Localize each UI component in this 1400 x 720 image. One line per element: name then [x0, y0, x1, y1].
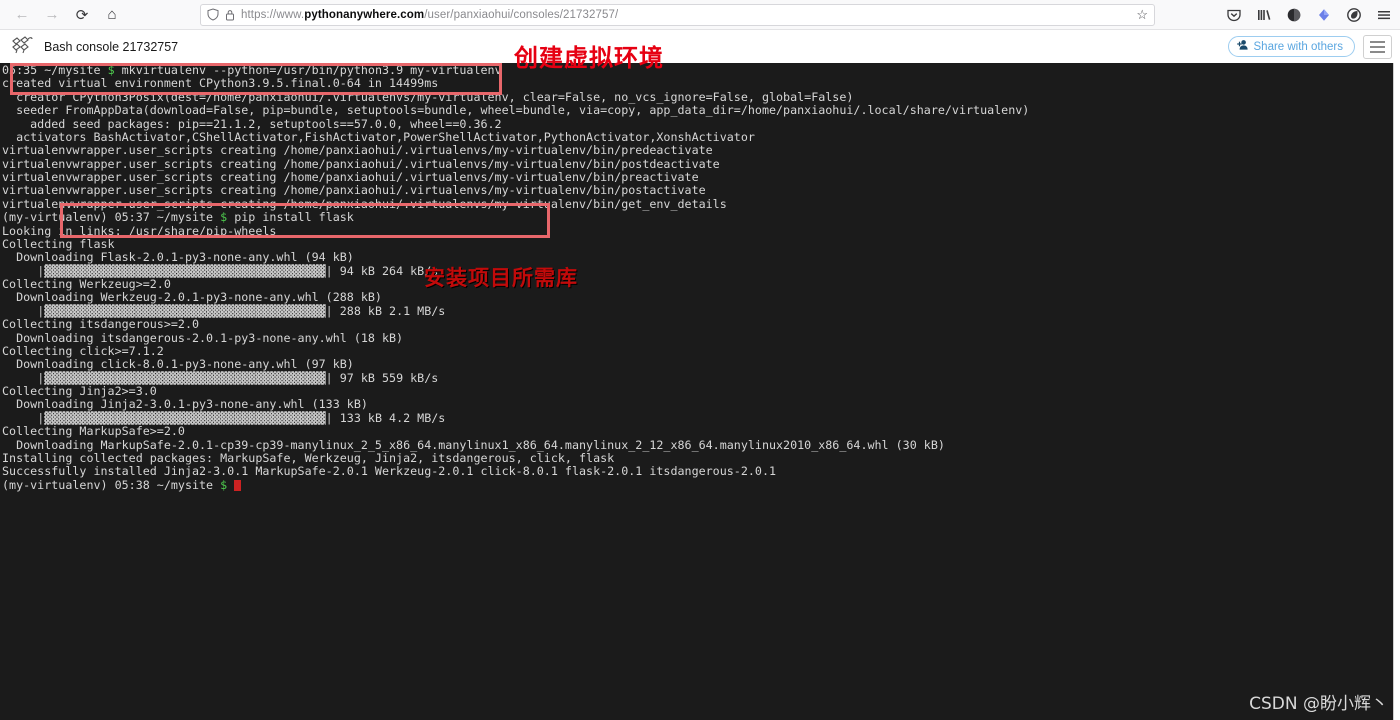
terminal-line: Collecting MarkupSafe>=2.0 [2, 424, 185, 439]
account-circle-icon[interactable] [1286, 7, 1302, 23]
csdn-watermark: CSDN @盼小辉丶 [1249, 694, 1388, 714]
pythonanywhere-logo [10, 35, 38, 59]
terminal-line: virtualenvwrapper.user_scripts creating … [2, 196, 727, 211]
forward-icon[interactable]: → [38, 2, 66, 28]
hamburger-menu-icon[interactable] [1363, 34, 1392, 59]
console-title: Bash console 21732757 [44, 39, 179, 54]
terminal-line: Collecting itsdangerous>=2.0 [2, 317, 200, 332]
terminal-line: Looking in links: /usr/share/pip-wheels [2, 223, 277, 238]
back-icon[interactable]: ← [8, 2, 36, 28]
navigation-buttons: ← → ⟳ ⌂ [8, 2, 126, 28]
terminal-line: Collecting flask [2, 236, 115, 251]
reload-icon[interactable]: ⟳ [68, 2, 96, 28]
menu-line [1370, 40, 1385, 43]
share-button-label: Share with others [1253, 40, 1344, 53]
console-header: Bash console 21732757 Share with others [0, 30, 1400, 63]
terminal-line: Downloading MarkupSafe-2.0.1-cp39-cp39-m… [2, 437, 945, 452]
terminal-line: Collecting Werkzeug>=2.0 [2, 277, 171, 291]
terminal-right-edge [1393, 63, 1400, 720]
terminal-line: Downloading Jinja2-3.0.1-py3-none-any.wh… [2, 397, 368, 412]
terminal-line: Downloading Werkzeug-2.0.1-py3-none-any.… [2, 290, 382, 305]
terminal-line: |▓▓▓▓▓▓▓▓▓▓▓▓▓▓▓▓▓▓▓▓▓▓▓▓▓▓▓▓▓▓▓▓▓▓▓▓▓▓▓… [37, 303, 446, 318]
terminal-line: Installing collected packages: MarkupSaf… [2, 450, 615, 465]
library-icon[interactable] [1256, 7, 1272, 23]
share-with-others-button[interactable]: Share with others [1227, 36, 1355, 57]
address-bar[interactable]: https://www.pythonanywhere.com/user/panx… [200, 3, 1155, 26]
terminal-line: Downloading Flask-2.0.1-py3-none-any.whl… [2, 250, 354, 265]
shield-icon [207, 8, 219, 21]
terminal-line: Collecting Jinja2>=3.0 [2, 384, 157, 398]
annotation-label-install-libs: 安装项目所需库 [424, 266, 578, 290]
terminal-line: virtualenvwrapper.user_scripts creating … [2, 183, 706, 198]
menu-line [1370, 45, 1385, 48]
padlock-icon [225, 9, 235, 21]
sync-diamond-icon[interactable] [1316, 7, 1332, 23]
terminal-line: Downloading itsdangerous-2.0.1-py3-none-… [2, 330, 404, 345]
terminal-line: virtualenvwrapper.user_scripts creating … [2, 170, 699, 184]
terminal-line: 05:35 ~/mysite $ mkvirtualenv --python=/… [2, 63, 502, 77]
bash-terminal-output[interactable]: 05:35 ~/mysite $ mkvirtualenv --python=/… [0, 63, 1393, 720]
terminal-line: Downloading click-8.0.1-py3-none-any.whl… [2, 357, 354, 372]
menu-line [1370, 50, 1385, 53]
browser-toolbar: ← → ⟳ ⌂ https://www.pythonanywhere.com/u… [0, 0, 1400, 30]
home-icon[interactable]: ⌂ [98, 2, 126, 28]
annotation-label-create-venv: 创建虚拟环境 [514, 44, 664, 72]
url-text: https://www.pythonanywhere.com/user/panx… [241, 8, 619, 21]
terminal-line: created virtual environment CPython3.9.5… [2, 76, 439, 91]
terminal-line: (my-virtualenv) 05:37 ~/mysite $ pip ins… [2, 210, 354, 225]
browser-toolbar-icons [1226, 7, 1392, 23]
terminal-line: virtualenvwrapper.user_scripts creating … [2, 156, 720, 171]
container-tabs-icon[interactable] [1346, 7, 1362, 23]
terminal-line: activators BashActivator,CShellActivator… [2, 129, 755, 144]
terminal-line: |▓▓▓▓▓▓▓▓▓▓▓▓▓▓▓▓▓▓▓▓▓▓▓▓▓▓▓▓▓▓▓▓▓▓▓▓▓▓▓… [37, 370, 439, 385]
terminal-line: added seed packages: pip==21.1.2, setupt… [2, 116, 502, 131]
terminal-line: Successfully installed Jinja2-3.0.1 Mark… [2, 464, 777, 479]
terminal-line: creator CPython3Posix(dest=/home/panxiao… [2, 89, 854, 104]
terminal-line: seeder FromAppData(download=False, pip=b… [2, 103, 1030, 118]
star-icon[interactable]: ☆ [1136, 7, 1148, 23]
terminal-line: |▓▓▓▓▓▓▓▓▓▓▓▓▓▓▓▓▓▓▓▓▓▓▓▓▓▓▓▓▓▓▓▓▓▓▓▓▓▓▓… [37, 410, 446, 425]
console-header-actions: Share with others [1227, 34, 1392, 59]
app-menu-icon[interactable] [1376, 7, 1392, 23]
terminal-line: (my-virtualenv) 05:38 ~/mysite $ [2, 478, 1393, 492]
person-add-icon [1236, 39, 1249, 54]
terminal-line: |▓▓▓▓▓▓▓▓▓▓▓▓▓▓▓▓▓▓▓▓▓▓▓▓▓▓▓▓▓▓▓▓▓▓▓▓▓▓▓… [37, 263, 439, 278]
terminal-line: virtualenvwrapper.user_scripts creating … [2, 143, 713, 158]
pocket-icon[interactable] [1226, 7, 1242, 23]
terminal-line: Collecting click>=7.1.2 [2, 343, 164, 358]
